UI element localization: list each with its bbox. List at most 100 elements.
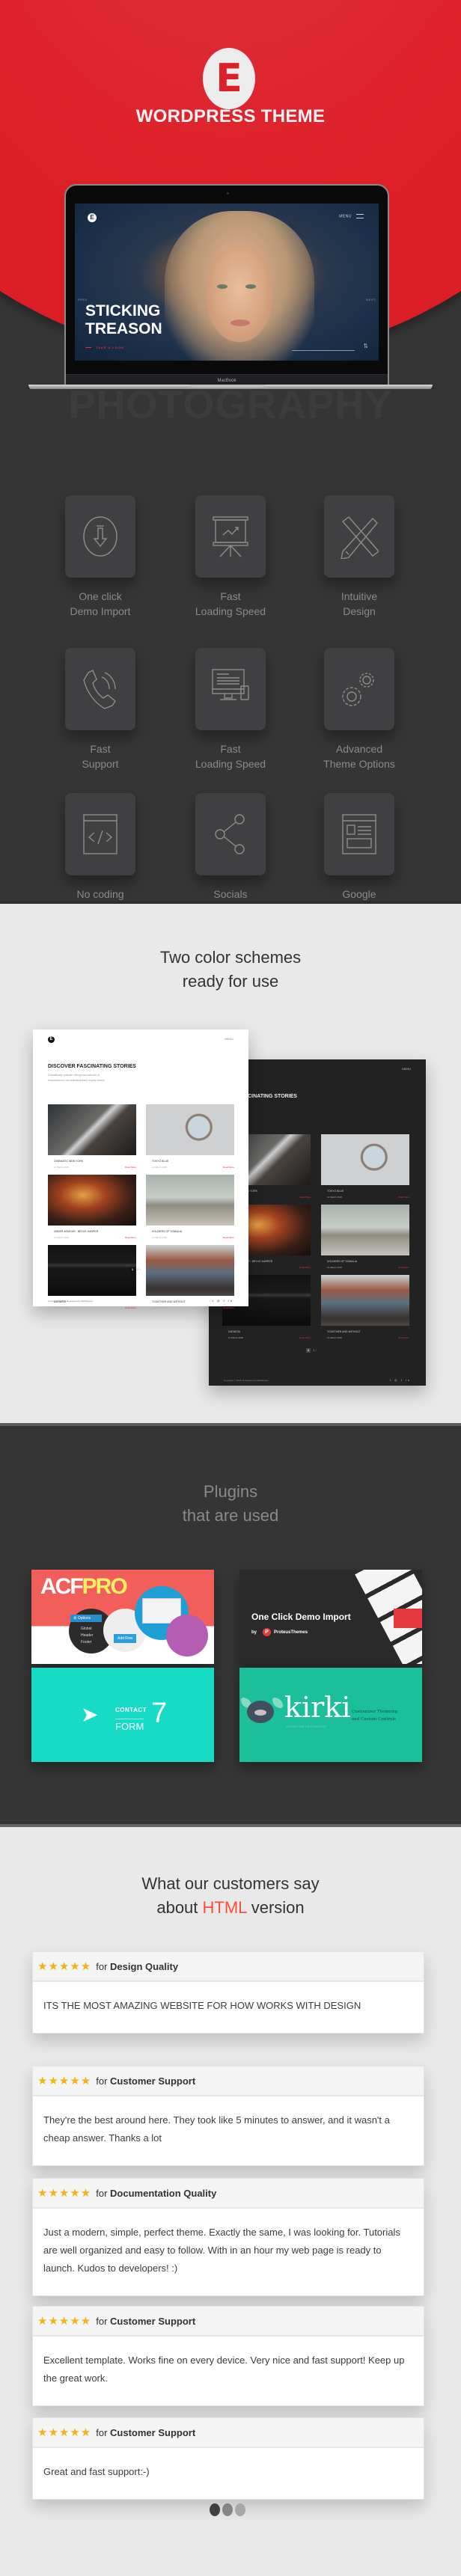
review-text: They're the best around here. They took … <box>43 2114 390 2144</box>
post-title: TOKYO BLUE <box>327 1190 344 1193</box>
screen-next-link[interactable]: NEXT <box>366 298 376 302</box>
share-icon <box>215 814 245 854</box>
feature-label: Fast <box>90 743 111 755</box>
brand-logo: E <box>203 48 255 109</box>
feature-label: One click <box>79 590 122 602</box>
cf7-word: CONTACT <box>115 1707 147 1713</box>
mockup-intro: Dramatically cultivate orthogonal method… <box>48 1074 106 1082</box>
red-banner <box>394 1609 422 1628</box>
review-header: ★★★★★ for Documentation Quality <box>33 2179 424 2209</box>
read-more-link[interactable]: Read More <box>223 1166 234 1169</box>
mockup-pagination[interactable]: 12 › <box>306 1348 317 1353</box>
read-more-link[interactable]: Read More <box>299 1266 311 1269</box>
portrait-lips <box>230 319 250 326</box>
html-highlight: HTML <box>202 1897 247 1917</box>
review-text: Great and fast support:-) <box>43 2466 150 2477</box>
plugin-contact-form-7[interactable]: ➤ CONTACT FORM 7 <box>31 1668 214 1762</box>
options-label: ⚙ Options <box>70 1615 102 1622</box>
star-rating-icon: ★★★★★ <box>37 2426 92 2439</box>
post-title: CINEMATIC NEW YORK <box>54 1160 83 1163</box>
post-image <box>321 1275 409 1326</box>
mockup-post: SOLDIERS OF SOMALIA 11 March 2018 Read Mor… <box>146 1175 234 1239</box>
post-image <box>48 1104 136 1155</box>
take-a-look-link[interactable]: TAKE A LOOK <box>85 346 124 349</box>
logo-letter: E <box>216 56 242 101</box>
hero-section: E WORDPRESS THEME E MENU PREV NEXT STICK… <box>0 0 461 389</box>
review-header: ★★★★★ for Customer Support <box>33 2418 424 2448</box>
post-image <box>146 1245 234 1296</box>
feature-item: One click Demo Import <box>55 495 145 619</box>
review-header: ★★★★★ for Customer Support <box>33 2066 424 2096</box>
mascot-snout <box>254 1710 266 1716</box>
read-more-link[interactable]: Read More <box>398 1336 409 1339</box>
review-card: ★★★★★ for Customer Support Excellent temp… <box>32 2306 424 2406</box>
review-category: Design Quality <box>110 1960 179 1972</box>
acf-logo: ACFPRO <box>40 1574 128 1599</box>
post-image <box>48 1245 136 1296</box>
read-more-link[interactable]: Read More <box>223 1306 234 1309</box>
review-header: ★★★★★ for Customer Support <box>33 2307 424 2337</box>
post-date: 11 March 2018 <box>54 1166 69 1169</box>
gears-icon <box>342 673 374 706</box>
pagination-dot[interactable] <box>222 2503 233 2516</box>
mockup-social-icons[interactable]: t ◎ f in <box>390 1378 411 1382</box>
scroll-arrows-icon[interactable]: ⇅ <box>363 343 368 349</box>
screen-headline: STICKING TREASON <box>85 302 162 338</box>
screen-menu-button[interactable]: MENU <box>339 214 364 218</box>
read-more-link[interactable]: Read More <box>125 1166 136 1169</box>
feature-label: Advanced <box>335 743 383 755</box>
photography-watermark: PHOTOGRAPHY <box>68 382 393 427</box>
post-title: SOLDIERS OF SOMALIA <box>152 1230 183 1233</box>
responsive-devices-icon <box>212 669 249 700</box>
read-more-link[interactable]: Read More <box>299 1196 311 1199</box>
read-more-link[interactable]: Read More <box>223 1236 234 1239</box>
mockup-social-icons[interactable]: t ◎ f in <box>213 1299 233 1303</box>
pagination-dot[interactable] <box>210 2503 220 2516</box>
star-rating-icon: ★★★★★ <box>37 2315 92 2328</box>
post-date: 11 March 2018 <box>327 1266 342 1269</box>
plugin-one-click-demo-import[interactable]: One Click Demo Import by P ProteusThemes <box>239 1570 422 1664</box>
reviews-title: What our customers say about HTML versio… <box>0 1872 461 1920</box>
read-more-link[interactable]: Read More <box>398 1266 409 1269</box>
cf7-number: 7 <box>151 1698 168 1729</box>
portrait-eye <box>245 284 256 289</box>
plugin-acf-pro[interactable]: ACFPRO ⚙ Options Global Header Footer Ad… <box>31 1570 214 1664</box>
screen-prev-link[interactable]: PREV <box>78 298 88 302</box>
features-section: PHOTOGRAPHY One click Demo Import Fast Loa… <box>0 385 461 915</box>
screen-logo[interactable]: E <box>88 213 97 222</box>
pagination-dot[interactable] <box>235 2503 245 2516</box>
title-line: What our customers say <box>141 1874 320 1893</box>
read-more-link[interactable]: Read More <box>125 1236 136 1239</box>
review-text: Just a modern, simple, perfect theme. Ex… <box>43 2227 400 2274</box>
feature-item: No codingrequired <box>55 793 145 917</box>
acf-option: Global <box>81 1627 92 1631</box>
post-title: UNDER ARMOUR : BRYCE HARPER <box>54 1230 99 1233</box>
post-image <box>48 1175 136 1226</box>
read-more-link[interactable]: Read More <box>299 1336 311 1339</box>
presentation-chart-icon <box>213 516 248 557</box>
read-more-link[interactable]: Read More <box>398 1196 409 1199</box>
read-more-link[interactable]: Read More <box>125 1306 136 1309</box>
feature-item: Advanced Theme Options <box>314 648 404 771</box>
review-category: Customer Support <box>110 2426 196 2438</box>
feature-label: Theme Options <box>323 757 395 770</box>
star-rating-icon: ★★★★★ <box>37 2187 92 2200</box>
mockup-logo: E <box>48 1036 55 1043</box>
feature-label: Loading Speed <box>195 757 266 770</box>
ocdi-title: One Click Demo Import <box>251 1612 351 1622</box>
portrait-face <box>206 245 273 342</box>
post-date: 11 March 2018 <box>327 1196 342 1199</box>
post-date: 11 March 2018 <box>54 1306 69 1309</box>
headline-line: TREASON <box>85 320 162 338</box>
feature-item: Fast Loading Speed <box>186 648 275 771</box>
light-scheme-preview[interactable]: E MENU DISCOVER FASCINATING STORIES Dram… <box>33 1030 248 1309</box>
mockup-pagination[interactable]: 12 › <box>130 1267 141 1272</box>
review-text: ITS THE MOST AMAZING WEBSITE FOR HOW WOR… <box>43 2000 361 2011</box>
feature-label: Socials <box>213 888 248 900</box>
acf-option: Header <box>81 1633 94 1638</box>
plugin-kirki[interactable]: kirki Customizer Themeing and Custom Cont… <box>239 1668 422 1762</box>
color-schemes-section: Two color schemes ready for use MENU DIS… <box>0 901 461 1423</box>
title-line: ready for use <box>182 971 279 991</box>
mockup-post: TOKYO BLUE 11 March 2018 Read More <box>321 1134 409 1199</box>
post-date: 11 March 2018 <box>152 1306 167 1309</box>
